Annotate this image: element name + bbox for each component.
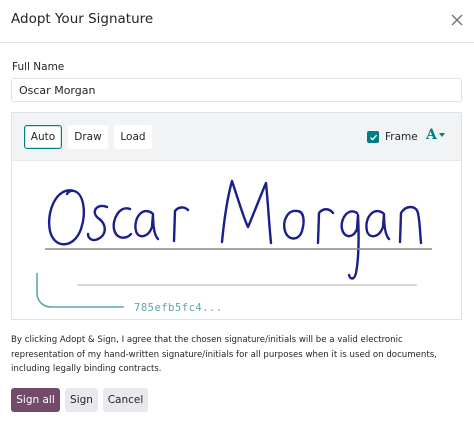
signature-drawing	[36, 179, 432, 308]
frame-checkbox[interactable]	[367, 131, 379, 143]
frame-toggle[interactable]: Frame	[367, 129, 418, 145]
dialog-header: Adopt Your Signature	[0, 0, 474, 43]
full-name-input[interactable]	[11, 78, 462, 102]
cancel-button[interactable]: Cancel	[103, 388, 148, 412]
legal-notice: By clicking Adopt & Sign, I agree that t…	[11, 335, 437, 374]
mode-load-button[interactable]: Load	[114, 125, 152, 149]
signature-hash: 785efb5fc4...	[134, 302, 223, 314]
frame-label: Frame	[385, 131, 418, 143]
mode-draw-button[interactable]: Draw	[68, 125, 108, 149]
mode-auto-button[interactable]: Auto	[24, 125, 62, 149]
signature-canvas[interactable]: 785efb5fc4...	[12, 161, 461, 319]
font-style-icon[interactable]: A	[426, 127, 448, 147]
sign-all-button[interactable]: Sign all	[11, 388, 60, 412]
dialog-title: Adopt Your Signature	[11, 11, 154, 27]
close-icon[interactable]	[449, 12, 465, 28]
signature-panel: Auto Draw Load Frame A 785efb5fc4...	[11, 112, 462, 320]
signature-toolbar: Auto Draw Load Frame A	[12, 113, 461, 161]
adopt-signature-dialog: Adopt Your Signature Full Name Auto Draw…	[0, 0, 474, 422]
full-name-label: Full Name	[12, 61, 65, 73]
sign-button[interactable]: Sign	[65, 388, 98, 412]
signature-frame-bracket	[36, 273, 124, 308]
caret-down-icon	[438, 133, 445, 137]
signature-strokes	[47, 179, 423, 280]
